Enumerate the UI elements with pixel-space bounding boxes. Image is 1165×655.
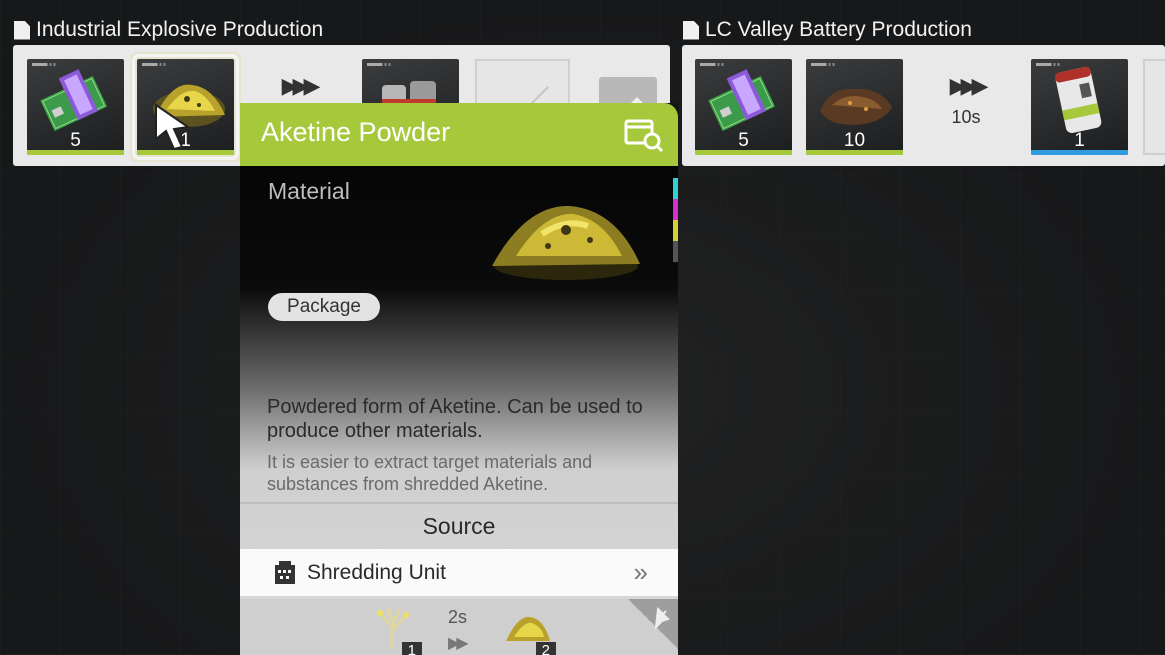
ingredient-count: 10	[843, 130, 866, 151]
process-arrow: ▶▶▶ 10s	[926, 73, 1006, 128]
wiki-search-icon[interactable]	[624, 117, 664, 153]
item-flavor-text: It is easier to extract target materials…	[267, 452, 593, 494]
process-time: 10s	[951, 107, 981, 127]
package-tag: Package	[268, 293, 380, 321]
right-panel-title: LC Valley Battery Production	[683, 18, 972, 42]
item-description: Powdered form of Aketine. Can be used to…	[267, 396, 643, 442]
item-type: Material	[268, 178, 350, 204]
source-heading: Source	[422, 513, 496, 539]
recipe-input: 1	[368, 603, 422, 655]
ingredient-slot[interactable]: 5	[27, 59, 124, 155]
chevron-right-icon[interactable]: »	[634, 557, 648, 588]
process-arrow: ▶▶▶	[258, 73, 338, 99]
pin-button[interactable]	[628, 599, 678, 649]
ingredient-slot[interactable]: 5	[695, 59, 792, 155]
tooltip-title: Aketine Powder	[261, 117, 451, 147]
document-icon	[14, 20, 30, 40]
source-shredding-unit[interactable]: Shredding Unit »	[240, 549, 678, 596]
left-panel-title-text: Industrial Explosive Production	[36, 18, 324, 41]
left-panel-title: Industrial Explosive Production	[14, 18, 323, 42]
tooltip-body: Material Package Powdered form of Aketin…	[240, 166, 678, 655]
rarity-strip	[673, 178, 678, 262]
fast-forward-icon: ▶▶▶	[281, 73, 321, 98]
divider	[240, 502, 678, 504]
item-tooltip: Aketine Powder Material Package Powdered…	[240, 103, 678, 655]
pin-icon	[654, 606, 670, 630]
recipe-output: 2	[502, 603, 556, 655]
fast-forward-icon: ▶▶▶	[949, 73, 989, 98]
tooltip-header: Aketine Powder	[240, 103, 678, 166]
fast-forward-icon: ▶▶	[448, 635, 469, 652]
aketine-powder-image	[492, 205, 640, 280]
cursor-icon	[155, 103, 191, 151]
empty-slot[interactable]	[1143, 59, 1165, 155]
recipe-output-count: 2	[535, 642, 556, 655]
shredder-icon	[275, 561, 295, 584]
source-name: Shredding Unit	[307, 561, 446, 584]
document-icon	[683, 20, 699, 40]
source-recipe: 1 2s ▶▶ 2	[240, 599, 678, 655]
ingredient-slot[interactable]: 10	[806, 59, 903, 155]
output-slot[interactable]: 1	[1031, 59, 1128, 155]
ingredient-count: 5	[738, 130, 749, 151]
recipe-time: 2s	[448, 607, 468, 627]
output-count: 1	[1074, 130, 1085, 151]
right-recipe-panel: 5 10 ▶▶▶ 10s 1	[682, 45, 1165, 166]
right-panel-title-text: LC Valley Battery Production	[705, 18, 972, 41]
recipe-input-count: 1	[401, 642, 422, 655]
ingredient-count: 5	[70, 130, 81, 151]
